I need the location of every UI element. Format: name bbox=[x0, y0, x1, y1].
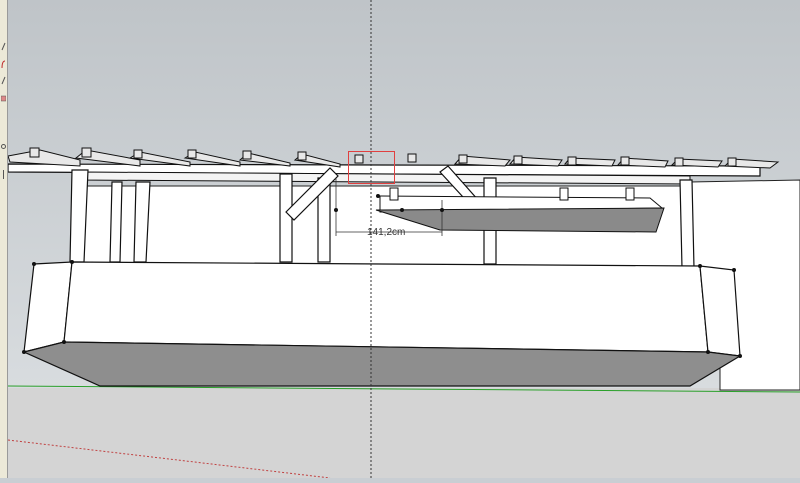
arc-icon[interactable] bbox=[1, 60, 6, 69]
left-toolbar bbox=[0, 0, 8, 478]
ground-plane bbox=[0, 388, 800, 478]
pan-icon[interactable] bbox=[1, 170, 6, 179]
viewport-canvas[interactable] bbox=[0, 0, 800, 479]
selection-highlight bbox=[348, 151, 395, 184]
dimension-label[interactable]: 141,2cm bbox=[367, 227, 405, 238]
eraser-icon[interactable] bbox=[1, 94, 6, 103]
inner-box-post bbox=[625, 187, 635, 201]
orbit-icon[interactable] bbox=[1, 142, 6, 151]
pencil-icon[interactable] bbox=[1, 42, 6, 51]
modeling-viewport[interactable]: 141,2cm bbox=[0, 0, 800, 479]
inner-box-post bbox=[389, 187, 399, 201]
pencil-icon[interactable] bbox=[1, 76, 6, 85]
planter-front-face bbox=[63, 261, 709, 353]
inner-box-post bbox=[559, 187, 569, 201]
